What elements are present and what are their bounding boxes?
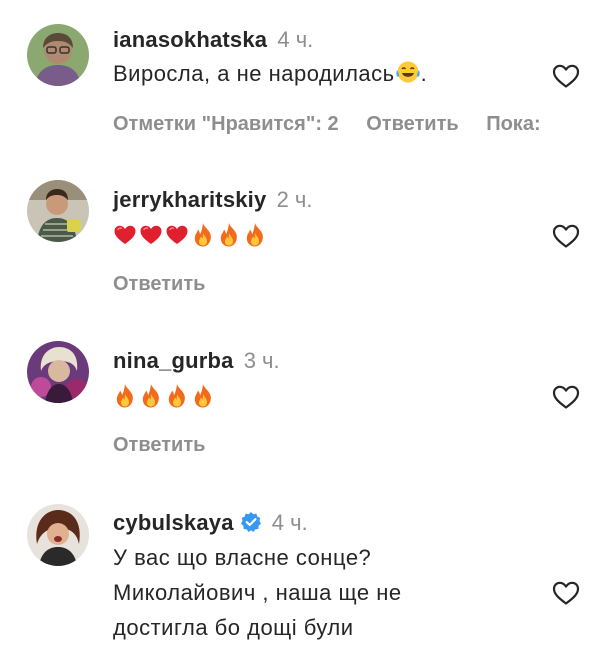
comment-text-line: У вас що власне сонце?: [113, 545, 372, 570]
heart-emoji: [113, 222, 137, 248]
fire-emoji: [191, 383, 215, 409]
timestamp[interactable]: 4 ч.: [272, 510, 308, 535]
reply-button[interactable]: Ответить: [113, 273, 205, 295]
like-heart-icon[interactable]: [552, 63, 580, 89]
comment-actions: Ответить: [113, 272, 227, 296]
like-heart-icon[interactable]: [552, 223, 580, 249]
emoji-reaction-text: [113, 383, 215, 409]
username[interactable]: ianasokhatska: [113, 27, 267, 52]
avatar[interactable]: [27, 341, 89, 403]
timestamp[interactable]: 4 ч.: [277, 27, 313, 52]
verified-badge-icon: [240, 512, 261, 532]
comment-header: cybulskaya 4 ч.: [113, 509, 308, 537]
show-replies-link[interactable]: Пока:: [486, 113, 540, 135]
fire-emoji: [113, 383, 137, 409]
comment-text-body: Виросла, а не народилась: [113, 61, 395, 86]
fire-emoji: [243, 222, 267, 248]
comment-actions: Отметки "Нравится": 2 Ответить Пока:: [113, 112, 563, 136]
avatar[interactable]: [27, 180, 89, 242]
heart-emoji: [139, 222, 163, 248]
fire-emoji: [165, 383, 189, 409]
tears-of-joy-emoji: [395, 61, 420, 83]
comment-header: nina_gurba 3 ч.: [113, 347, 280, 375]
heart-emoji: [165, 222, 189, 248]
comment-text-line: Миколайович , наша ще не: [113, 580, 402, 605]
comment-text: Виросла, а не народилась .: [113, 56, 427, 91]
username[interactable]: nina_gurba: [113, 348, 234, 373]
timestamp[interactable]: 3 ч.: [244, 348, 280, 373]
username[interactable]: cybulskaya: [113, 510, 234, 535]
fire-emoji: [217, 222, 241, 248]
avatar[interactable]: [27, 504, 89, 566]
fire-emoji: [139, 383, 163, 409]
username[interactable]: jerrykharitskiy: [113, 187, 266, 212]
comment-text-suffix: .: [420, 61, 428, 86]
avatar[interactable]: [27, 24, 89, 86]
fire-emoji: [191, 222, 215, 248]
likes-count-link[interactable]: Отметки "Нравится": 2: [113, 113, 339, 135]
comment-header: ianasokhatska 4 ч.: [113, 26, 313, 54]
emoji-reaction-text: [113, 222, 267, 248]
like-heart-icon[interactable]: [552, 384, 580, 410]
reply-button[interactable]: Ответить: [113, 434, 205, 456]
comment-text-line: достигла бо дощі були: [113, 615, 354, 640]
comment-actions: Ответить: [113, 433, 227, 457]
comment-header: jerrykharitskiy 2 ч.: [113, 186, 312, 214]
timestamp[interactable]: 2 ч.: [277, 187, 313, 212]
reply-button[interactable]: Ответить: [366, 113, 458, 135]
like-heart-icon[interactable]: [552, 580, 580, 606]
